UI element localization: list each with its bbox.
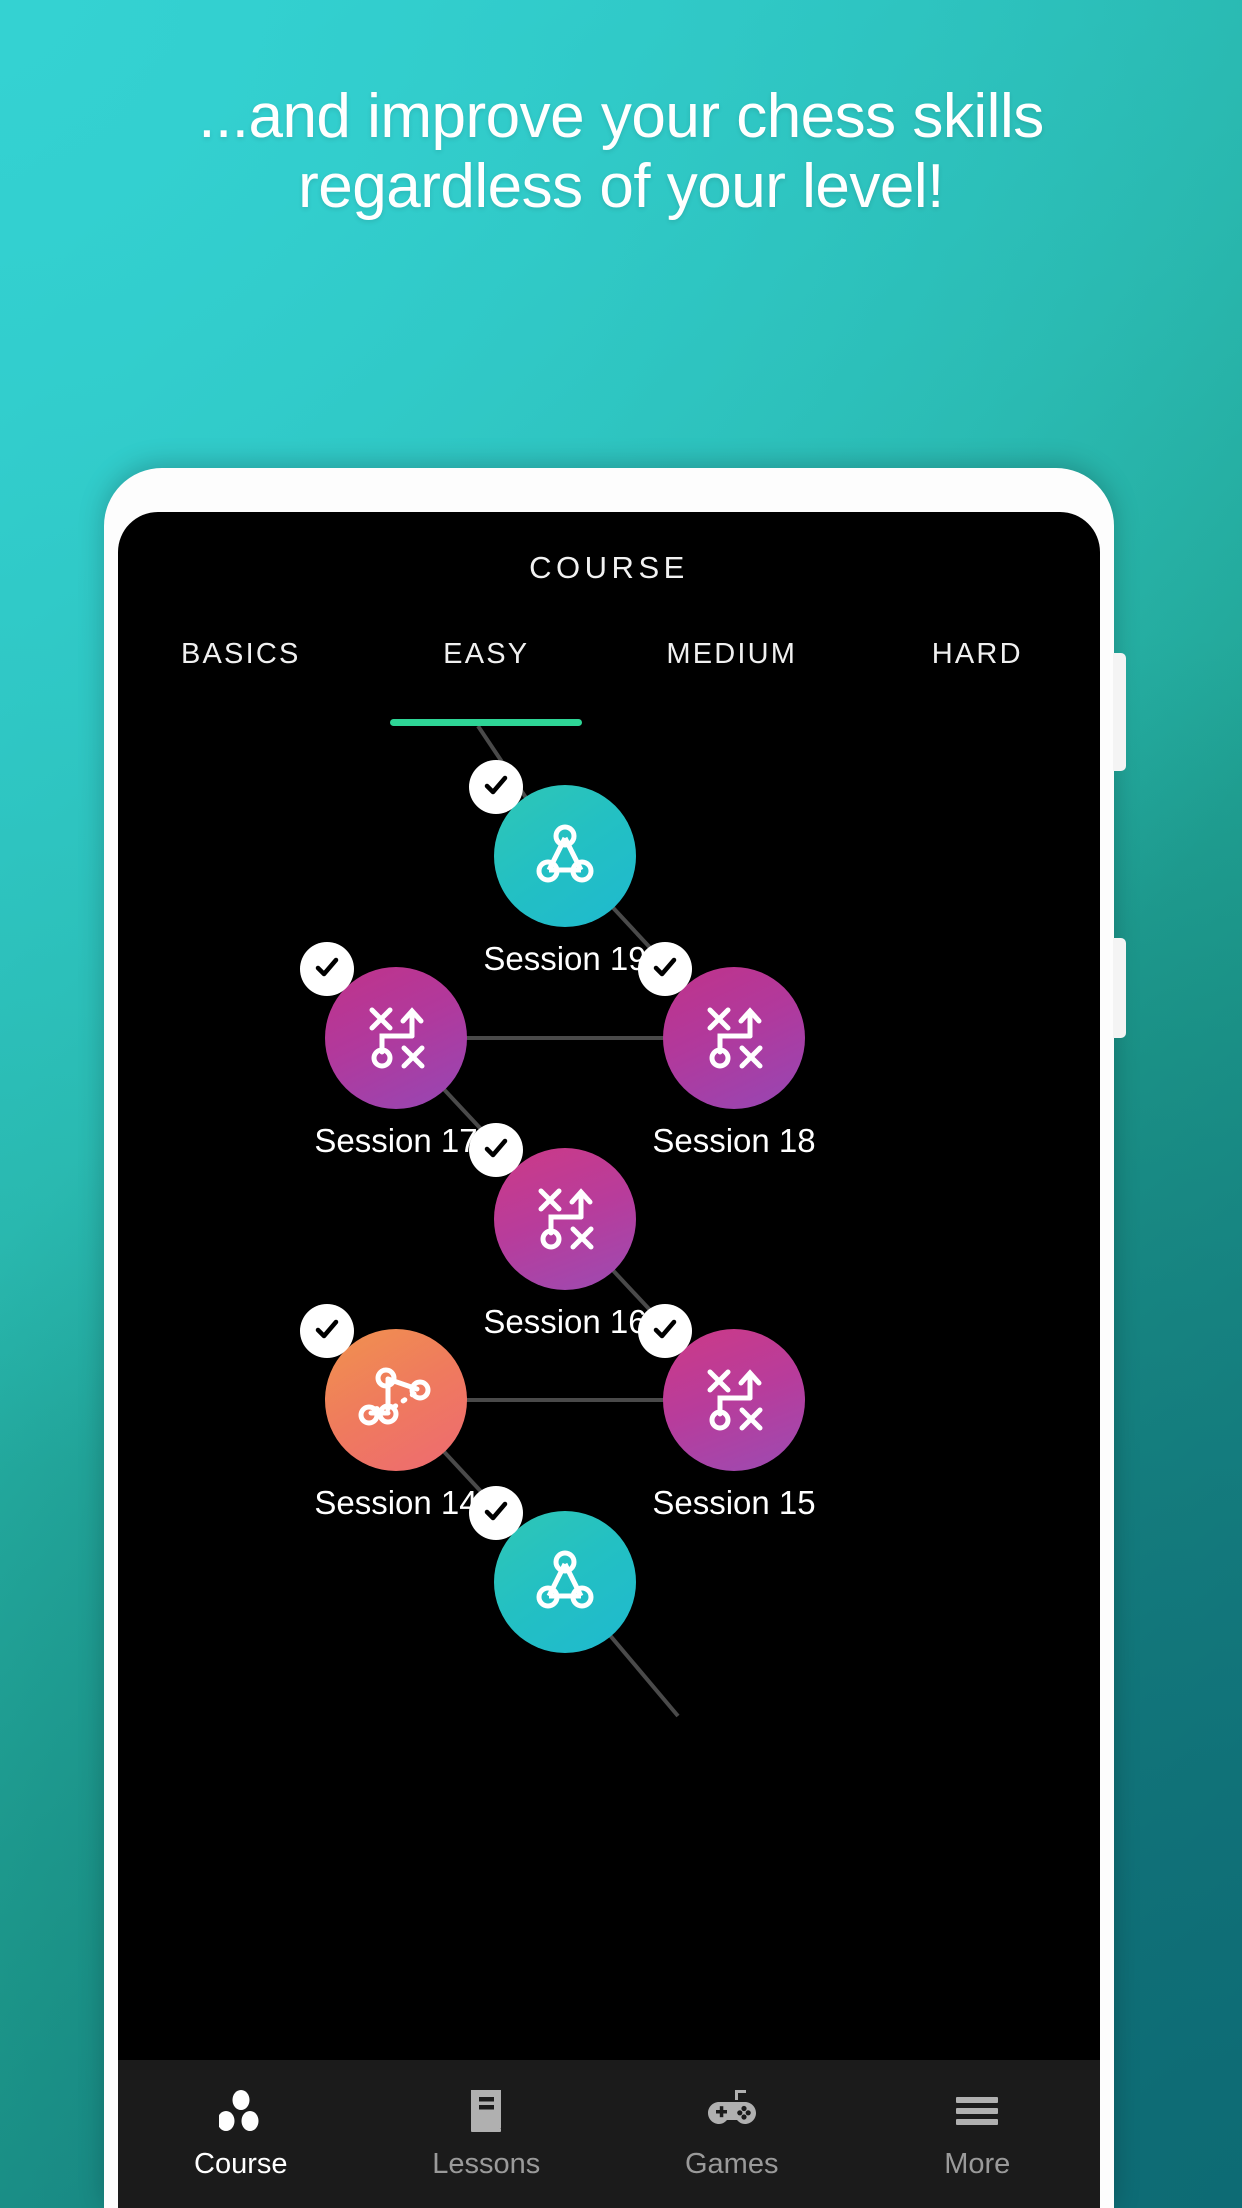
session-node-circle[interactable] [663,1329,805,1471]
session-label: Session 16 [483,1303,647,1340]
session-completed-badge [638,942,692,996]
check-icon [311,951,343,988]
session-label: Session 18 [652,1122,816,1159]
promo-headline-line-2: regardless of your level! [298,152,944,222]
session-node-circle[interactable] [494,1148,636,1290]
session-completed-badge [469,1486,523,1540]
gamepad-icon [706,2088,758,2134]
nav-item-course[interactable]: Course [118,2088,364,2181]
check-icon [311,1313,343,1350]
session-completed-badge [300,1304,354,1358]
tactics-icon [525,1177,605,1262]
triangle-nodes-icon [527,816,603,897]
check-icon [480,1495,512,1532]
session-node-circle[interactable] [325,1329,467,1471]
nav-item-more[interactable]: More [855,2088,1101,2181]
tactics-icon [694,1358,774,1443]
check-icon [480,1132,512,1169]
session-completed-badge [469,1123,523,1177]
book-icon [467,2088,505,2134]
tab-label: HARD [931,638,1023,670]
course-session-map: Session 19 Session 18 Session 17 Session 16… [118,726,1100,2208]
tactics-icon [356,996,436,1081]
nav-item-games[interactable]: Games [609,2088,855,2181]
session-label: Session 14 [314,1484,478,1521]
nav-item-label: Course [194,2147,288,2180]
tab-active-indicator [390,719,583,726]
network-icon [355,1357,437,1444]
tab-label: EASY [443,638,530,670]
tactics-icon [694,996,774,1081]
check-icon [480,769,512,806]
tab-medium[interactable]: MEDIUM [609,634,855,726]
tab-basics[interactable]: BASICS [118,634,364,726]
tab-label: MEDIUM [666,638,798,670]
promo-headline: ...and improve your chess skills regardl… [0,82,1242,222]
promo-headline-line-1: ...and improve your chess skills [198,82,1044,151]
nav-item-label: Games [685,2147,779,2180]
session-label: Session 15 [652,1484,816,1521]
session-completed-badge [469,760,523,814]
session-node-circle[interactable] [325,967,467,1109]
session-node-circle[interactable] [494,1511,636,1653]
session-completed-badge [300,942,354,996]
nav-item-lessons[interactable]: Lessons [364,2088,610,2181]
check-icon [649,1313,681,1350]
session-completed-badge [638,1304,692,1358]
nav-item-label: Lessons [432,2147,541,2180]
hamburger-icon [954,2088,1000,2134]
session-node-circle[interactable] [494,785,636,927]
bottom-navigation: Course Lessons Games More [118,2060,1100,2208]
tab-hard[interactable]: HARD [855,634,1101,726]
phone-screen: COURSE BASICS EASY MEDIUM HARD Session 19 Se… [118,512,1100,2208]
tab-easy[interactable]: EASY [364,634,610,726]
phone-mockup: COURSE BASICS EASY MEDIUM HARD Session 19 Se… [104,468,1126,2208]
nav-item-label: More [944,2147,1011,2180]
three-dots-icon [218,2088,263,2134]
difficulty-tabs: BASICS EASY MEDIUM HARD [118,634,1100,726]
page-title: COURSE [529,550,689,585]
phone-power-button[interactable] [1113,653,1126,771]
tab-label: BASICS [180,638,301,670]
session-label: Session 17 [314,1122,478,1159]
session-node-circle[interactable] [663,967,805,1109]
check-icon [649,951,681,988]
phone-volume-button[interactable] [1113,938,1126,1038]
session-label: Session 19 [483,940,647,977]
triangle-nodes-icon [527,1542,603,1623]
